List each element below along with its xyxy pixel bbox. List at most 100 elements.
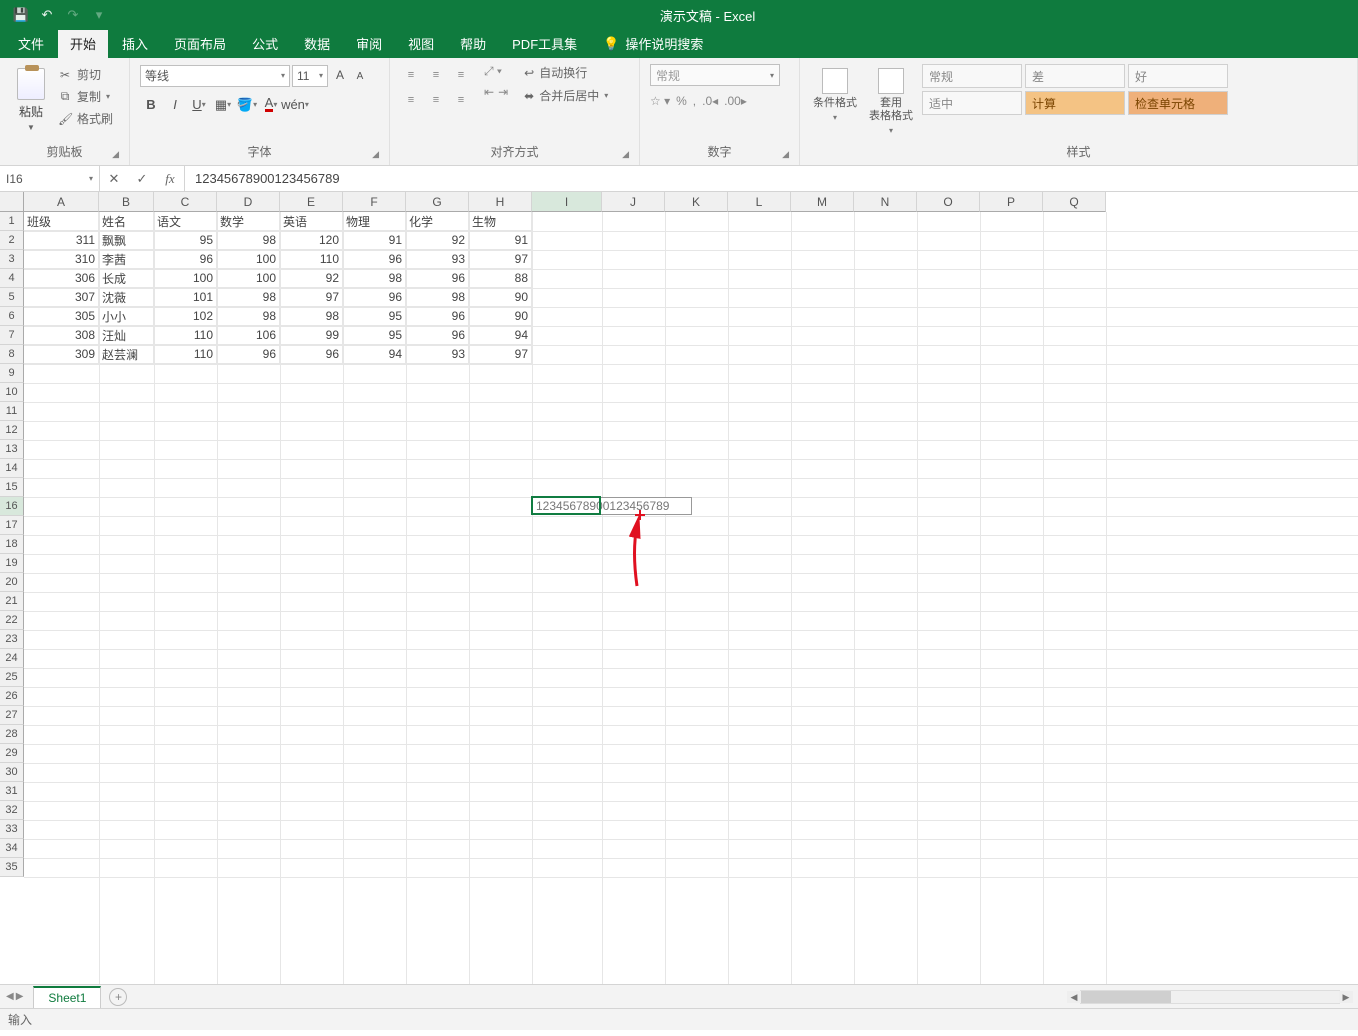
cell-C1[interactable]: 语文: [154, 212, 217, 231]
cell-C4[interactable]: 100: [154, 269, 217, 288]
cell-C3[interactable]: 96: [154, 250, 217, 269]
cell-F7[interactable]: 95: [343, 326, 406, 345]
tab-formulas[interactable]: 公式: [240, 29, 290, 58]
cell-F4[interactable]: 98: [343, 269, 406, 288]
hscroll-right-icon[interactable]: ▶: [1339, 991, 1353, 1003]
currency-icon[interactable]: ☆ ▾: [650, 94, 670, 108]
cell-C6[interactable]: 102: [154, 307, 217, 326]
comma-icon[interactable]: ,: [693, 94, 696, 108]
row-header-29[interactable]: 29: [0, 744, 24, 763]
sheet-tab-sheet1[interactable]: Sheet1: [33, 986, 101, 1008]
cell-D1[interactable]: 数学: [217, 212, 280, 231]
row-header-14[interactable]: 14: [0, 459, 24, 478]
cell-D2[interactable]: 98: [217, 231, 280, 250]
style-check-cell[interactable]: 检查单元格: [1128, 91, 1228, 115]
italic-button[interactable]: I: [164, 94, 186, 116]
row-header-1[interactable]: 1: [0, 212, 24, 231]
column-header-L[interactable]: L: [728, 192, 791, 212]
column-header-C[interactable]: C: [154, 192, 217, 212]
fx-icon[interactable]: fx: [156, 171, 184, 187]
phonetic-button[interactable]: wén ▾: [284, 94, 306, 116]
save-icon[interactable]: 💾: [10, 4, 32, 26]
table-style-dropdown-icon[interactable]: ▾: [889, 126, 893, 135]
worksheet-grid[interactable]: ABCDEFGHIJKLMNOPQ 1234567891011121314151…: [0, 192, 1358, 984]
cell-E3[interactable]: 110: [280, 250, 343, 269]
cell-A6[interactable]: 305: [24, 307, 99, 326]
column-header-N[interactable]: N: [854, 192, 917, 212]
column-header-K[interactable]: K: [665, 192, 728, 212]
cut-button[interactable]: ✂剪切: [58, 66, 113, 83]
row-header-2[interactable]: 2: [0, 231, 24, 250]
column-header-M[interactable]: M: [791, 192, 854, 212]
cell-H8[interactable]: 97: [469, 345, 532, 364]
row-header-28[interactable]: 28: [0, 725, 24, 744]
sheet-nav-prev-icon[interactable]: ◀: [6, 991, 14, 1002]
copy-dropdown-icon[interactable]: ▾: [106, 92, 110, 101]
column-header-G[interactable]: G: [406, 192, 469, 212]
row-header-32[interactable]: 32: [0, 801, 24, 820]
row-header-13[interactable]: 13: [0, 440, 24, 459]
row-header-24[interactable]: 24: [0, 649, 24, 668]
cell-A7[interactable]: 308: [24, 326, 99, 345]
wrap-text-button[interactable]: ↩自动换行: [524, 64, 608, 81]
row-header-7[interactable]: 7: [0, 326, 24, 345]
tab-help[interactable]: 帮助: [448, 29, 498, 58]
cell-styles-gallery[interactable]: 常规 差 好 适中 计算 检查单元格: [922, 64, 1228, 115]
tell-me-search[interactable]: 💡 操作说明搜索: [591, 29, 715, 58]
align-right-icon[interactable]: ≡: [450, 89, 472, 111]
cell-H7[interactable]: 94: [469, 326, 532, 345]
cell-G8[interactable]: 93: [406, 345, 469, 364]
formula-input[interactable]: 12345678900123456789: [185, 166, 1358, 191]
font-size-select[interactable]: 11▾: [292, 65, 328, 87]
row-header-35[interactable]: 35: [0, 858, 24, 877]
row-header-30[interactable]: 30: [0, 763, 24, 782]
align-top-icon[interactable]: ≡: [400, 64, 422, 86]
align-center-icon[interactable]: ≡: [425, 89, 447, 111]
copy-button[interactable]: ⧉复制 ▾: [58, 88, 113, 105]
cell-G1[interactable]: 化学: [406, 212, 469, 231]
cell-D4[interactable]: 100: [217, 269, 280, 288]
cell-A2[interactable]: 311: [24, 231, 99, 250]
name-box[interactable]: I16▾: [0, 166, 100, 191]
align-left-icon[interactable]: ≡: [400, 89, 422, 111]
clipboard-launcher-icon[interactable]: ◢: [112, 149, 119, 160]
row-header-34[interactable]: 34: [0, 839, 24, 858]
name-box-dropdown-icon[interactable]: ▾: [89, 174, 93, 183]
row-header-3[interactable]: 3: [0, 250, 24, 269]
cell-E6[interactable]: 98: [280, 307, 343, 326]
row-header-9[interactable]: 9: [0, 364, 24, 383]
merge-dropdown-icon[interactable]: ▾: [604, 91, 608, 100]
style-good[interactable]: 好: [1128, 64, 1228, 88]
fill-color-button[interactable]: 🪣 ▾: [236, 94, 258, 116]
align-middle-icon[interactable]: ≡: [425, 64, 447, 86]
merge-center-button[interactable]: ⬌合并后居中 ▾: [524, 87, 608, 104]
style-normal[interactable]: 常规: [922, 64, 1022, 88]
cell-C2[interactable]: 95: [154, 231, 217, 250]
cell-D8[interactable]: 96: [217, 345, 280, 364]
cell-E1[interactable]: 英语: [280, 212, 343, 231]
cell-H2[interactable]: 91: [469, 231, 532, 250]
cell-E8[interactable]: 96: [280, 345, 343, 364]
cell-B7[interactable]: 汪灿: [99, 326, 154, 345]
row-header-21[interactable]: 21: [0, 592, 24, 611]
hscroll-thumb[interactable]: [1081, 991, 1171, 1003]
tab-pdf-tools[interactable]: PDF工具集: [500, 29, 589, 58]
font-launcher-icon[interactable]: ◢: [372, 149, 379, 160]
row-header-8[interactable]: 8: [0, 345, 24, 364]
row-header-6[interactable]: 6: [0, 307, 24, 326]
tab-view[interactable]: 视图: [396, 29, 446, 58]
cell-D5[interactable]: 98: [217, 288, 280, 307]
column-header-B[interactable]: B: [99, 192, 154, 212]
row-header-23[interactable]: 23: [0, 630, 24, 649]
cell-G3[interactable]: 93: [406, 250, 469, 269]
column-header-H[interactable]: H: [469, 192, 532, 212]
increase-decimal-icon[interactable]: .0◂: [702, 94, 718, 108]
row-header-16[interactable]: 16: [0, 497, 24, 516]
cell-A3[interactable]: 310: [24, 250, 99, 269]
style-bad[interactable]: 差: [1025, 64, 1125, 88]
tab-file[interactable]: 文件: [6, 29, 56, 58]
alignment-launcher-icon[interactable]: ◢: [622, 149, 629, 160]
column-header-Q[interactable]: Q: [1043, 192, 1106, 212]
tab-insert[interactable]: 插入: [110, 29, 160, 58]
row-header-20[interactable]: 20: [0, 573, 24, 592]
